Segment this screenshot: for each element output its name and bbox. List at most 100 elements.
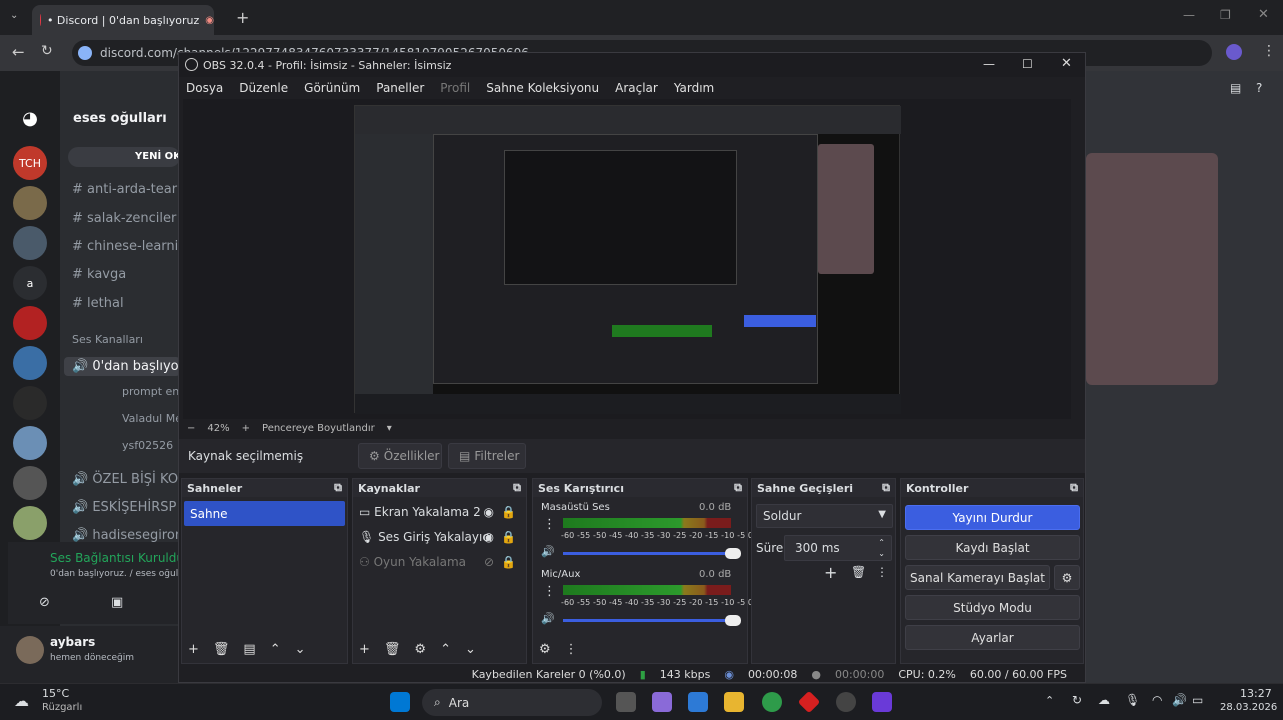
lock-icon[interactable]: 🔒: [501, 530, 516, 544]
profile-icon[interactable]: [1226, 44, 1242, 60]
delete-icon[interactable]: 🗑: [384, 642, 401, 657]
menu-file[interactable]: Dosya: [186, 81, 223, 95]
reload-icon[interactable]: ↻: [41, 43, 53, 59]
undock-icon[interactable]: ⧉: [734, 481, 742, 495]
voice-category[interactable]: Ses Kanalları: [72, 333, 143, 346]
undock-icon[interactable]: ⧉: [513, 481, 521, 495]
server-icon[interactable]: [13, 346, 47, 380]
avatar[interactable]: [16, 636, 44, 664]
add-icon[interactable]: +: [188, 642, 199, 657]
server-icon[interactable]: [13, 186, 47, 220]
slider-handle[interactable]: [725, 615, 741, 626]
discord-home-icon[interactable]: ◕: [13, 101, 47, 135]
delete-icon[interactable]: 🗑: [213, 642, 230, 657]
filter-icon[interactable]: ▤: [243, 642, 255, 657]
browser-tab[interactable]: • Discord | 0'dan başlıyoruz ◉: [32, 5, 214, 35]
virtual-camera-button[interactable]: Sanal Kamerayı Başlat: [905, 565, 1050, 590]
lock-icon[interactable]: 🔒: [501, 505, 516, 519]
cloud-icon[interactable]: ☁: [1098, 693, 1110, 707]
visibility-icon[interactable]: ◉: [484, 505, 494, 519]
menu-help[interactable]: Yardım: [674, 81, 714, 95]
start-icon[interactable]: [390, 692, 410, 712]
tab-menu-icon[interactable]: ⌄: [10, 10, 18, 21]
clock-date[interactable]: 28.03.2026: [1220, 702, 1277, 713]
move-up-icon[interactable]: ⌃: [270, 642, 281, 657]
server-icon[interactable]: [13, 466, 47, 500]
server-name[interactable]: eses oğulları: [73, 111, 167, 126]
zoom-out-icon[interactable]: −: [187, 423, 195, 434]
help-icon[interactable]: ?: [1256, 81, 1262, 95]
temperature[interactable]: 15°C: [42, 687, 69, 700]
server-icon[interactable]: [13, 386, 47, 420]
store-icon[interactable]: [688, 692, 708, 712]
channel-menu-icon[interactable]: ⋮: [543, 584, 556, 599]
more-icon[interactable]: ⋮: [1262, 43, 1276, 59]
close-icon[interactable]: ✕: [1061, 56, 1072, 71]
connection-title[interactable]: Ses Bağlantısı Kuruldu: [50, 551, 184, 565]
zoom-dropdown-icon[interactable]: ▾: [387, 423, 392, 434]
volume-slider[interactable]: [563, 548, 741, 559]
channel-item[interactable]: # kavga: [72, 267, 126, 282]
video-tile[interactable]: [1086, 153, 1218, 385]
channel-item[interactable]: # anti-arda-tear: [72, 182, 177, 197]
sync-icon[interactable]: ↻: [1072, 693, 1082, 707]
weather-text[interactable]: Rüzgarlı: [42, 702, 82, 713]
lock-icon[interactable]: 🔒: [501, 555, 516, 569]
inbox-icon[interactable]: ▤: [1230, 81, 1241, 95]
mic-icon[interactable]: 🎙: [1125, 693, 1140, 707]
add-icon[interactable]: +: [824, 563, 837, 582]
taskbar-search[interactable]: ⌕ Ara: [422, 689, 602, 716]
minimize-icon[interactable]: —: [983, 57, 995, 71]
gear-icon[interactable]: ⚙: [414, 642, 426, 657]
speaker-icon[interactable]: 🔊: [541, 612, 555, 625]
transition-select[interactable]: Soldur ▼: [756, 504, 893, 528]
menu-tools[interactable]: Araçlar: [615, 81, 658, 95]
undock-icon[interactable]: ⧉: [882, 481, 890, 495]
virtual-camera-settings-icon[interactable]: ⚙: [1054, 565, 1080, 590]
channel-menu-icon[interactable]: ⋮: [543, 517, 556, 532]
visibility-icon[interactable]: ◉: [484, 530, 494, 544]
explorer-icon[interactable]: [724, 692, 744, 712]
menu-profile[interactable]: Profil: [440, 81, 470, 95]
channel-item[interactable]: # lethal: [72, 296, 124, 311]
channel-item[interactable]: # salak-zenciler: [72, 211, 176, 226]
server-icon[interactable]: [13, 426, 47, 460]
menu-view[interactable]: Görünüm: [304, 81, 360, 95]
move-down-icon[interactable]: ⌄: [465, 642, 476, 657]
start-recording-button[interactable]: Kaydı Başlat: [905, 535, 1080, 560]
battery-icon[interactable]: ▭: [1192, 693, 1203, 707]
server-icon[interactable]: [13, 506, 47, 540]
obs-preview[interactable]: [183, 99, 1071, 419]
channel-item[interactable]: 🔊 ESKİŞEHİRSP: [72, 500, 176, 515]
close-icon[interactable]: ✕: [1258, 7, 1269, 22]
zoom-mode[interactable]: Pencereye Boyutlandır: [262, 423, 375, 434]
voice-user[interactable]: prompt eng: [122, 385, 186, 398]
settings-button[interactable]: Ayarlar: [905, 625, 1080, 650]
spinner-icon[interactable]: ⌃ ⌄: [878, 537, 885, 559]
maximize-icon[interactable]: ☐: [1022, 57, 1033, 71]
camera-off-icon[interactable]: ⊘: [39, 595, 50, 610]
more-icon[interactable]: ⋮: [876, 565, 888, 579]
move-up-icon[interactable]: ⌃: [440, 642, 451, 657]
studio-mode-button[interactable]: Stüdyo Modu: [905, 595, 1080, 620]
site-info-icon[interactable]: [78, 46, 92, 60]
server-icon[interactable]: [13, 306, 47, 340]
clock-time[interactable]: 13:27: [1240, 687, 1272, 700]
channel-item[interactable]: 🔊 ÖZEL BİŞİ KON: [72, 472, 188, 487]
volume-icon[interactable]: 🔊: [1172, 693, 1187, 707]
stop-stream-button[interactable]: Yayını Durdur: [905, 505, 1080, 530]
obs-icon[interactable]: [836, 692, 856, 712]
volume-slider[interactable]: [563, 615, 741, 626]
new-unread-badge[interactable]: YENİ OKU: [68, 147, 180, 167]
source-item[interactable]: ▭ Ekran Yakalama 2 ◉ 🔒: [353, 499, 526, 524]
more-icon[interactable]: ⋮: [565, 642, 578, 657]
speaker-icon[interactable]: 🔊: [541, 545, 555, 558]
source-item[interactable]: ⚇ Oyun Yakalama ⊘ 🔒: [353, 549, 526, 574]
advanced-audio-icon[interactable]: ⚙: [539, 642, 551, 657]
channel-item[interactable]: 🔊 hadisesegiron: [72, 528, 183, 543]
hidden-icon[interactable]: ⊘: [484, 555, 494, 569]
menu-docks[interactable]: Paneller: [376, 81, 424, 95]
channel-item[interactable]: # chinese-learni: [72, 239, 178, 254]
duration-input[interactable]: 300 ms ⌃ ⌄: [784, 535, 892, 561]
active-voice-channel[interactable]: 🔊 0'dan başlıyoru: [64, 357, 192, 376]
